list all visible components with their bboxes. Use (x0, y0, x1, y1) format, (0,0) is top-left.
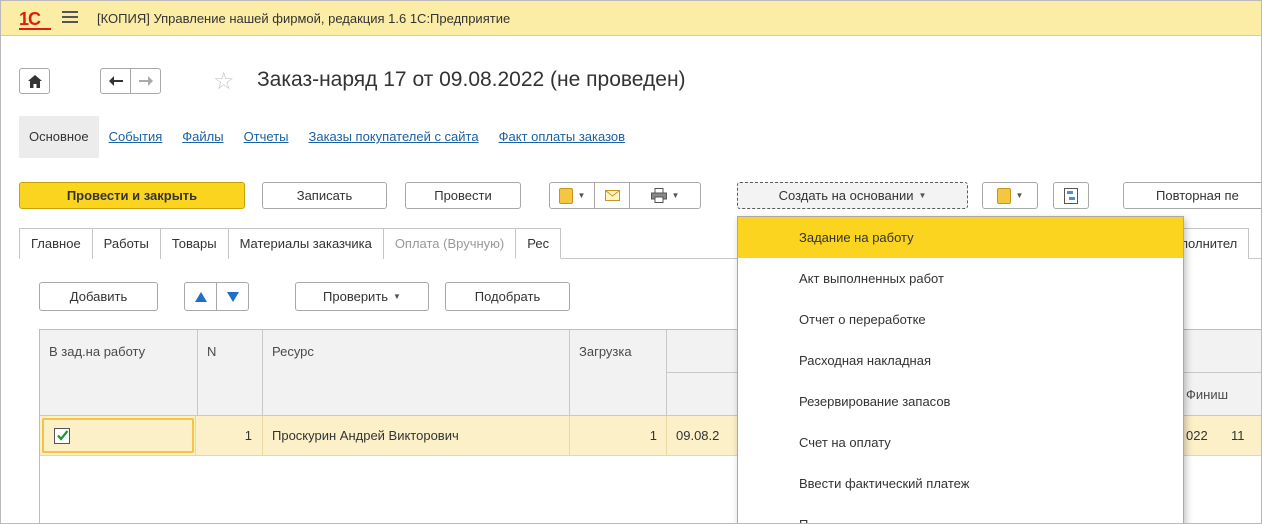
menu-item-work-task[interactable]: Задание на работу (738, 217, 1183, 258)
arrow-left-icon (108, 76, 123, 86)
attach-doc-button[interactable]: ▼ (549, 182, 595, 209)
cell-resource: Проскурин Андрей Викторович (263, 416, 570, 455)
menu-item-work-act[interactable]: Акт выполненных работ (738, 258, 1183, 299)
envelope-icon (604, 190, 620, 201)
email-button[interactable] (594, 182, 630, 209)
print-button[interactable]: ▼ (629, 182, 701, 209)
move-up-button[interactable] (184, 282, 217, 311)
in-task-checkbox[interactable] (54, 427, 70, 444)
caret-down-icon: ▼ (671, 191, 680, 200)
tab-payment[interactable]: Оплата (Вручную) (382, 228, 517, 259)
header-load[interactable]: Загрузка (570, 330, 667, 416)
title-bar: 1С [КОПИЯ] Управление нашей фирмой, реда… (1, 1, 1261, 36)
back-button[interactable] (100, 68, 131, 94)
post-and-close-button[interactable]: Провести и закрыть (19, 182, 245, 209)
create-based-on-button[interactable]: Создать на основании ▼ (737, 182, 968, 209)
menu-item-actual-payment[interactable]: Ввести фактический платеж (738, 463, 1183, 504)
window-title: [КОПИЯ] Управление нашей фирмой, редакци… (97, 11, 511, 26)
tab-customer-materials[interactable]: Материалы заказчика (227, 228, 384, 259)
tab-goods[interactable]: Товары (159, 228, 229, 259)
cell-load: 1 (570, 416, 667, 455)
cell-finish-time: 11 (1231, 428, 1245, 443)
menu-item-processing-report[interactable]: Отчет о переработке (738, 299, 1183, 340)
cell-n: 1 (198, 416, 263, 455)
menu-item-invoice[interactable]: Расходная накладная (738, 340, 1183, 381)
section-tabs: Основное События Файлы Отчеты Заказы пок… (19, 116, 635, 158)
move-down-button[interactable] (216, 282, 249, 311)
create-based-on-menu: Задание на работу Акт выполненных работ … (737, 216, 1184, 523)
arrow-up-icon (194, 291, 207, 302)
structure-icon (1064, 187, 1078, 204)
record-button[interactable]: Записать (262, 182, 387, 209)
check-button-label: Проверить (323, 289, 389, 304)
menu-icon[interactable] (62, 9, 78, 25)
app-logo: 1С (19, 9, 41, 29)
section-payment-fact[interactable]: Факт оплаты заказов (489, 116, 635, 158)
section-reports[interactable]: Отчеты (234, 116, 299, 158)
document-icon (558, 187, 573, 204)
tab-executors[interactable]: полнител (1179, 228, 1250, 259)
forward-button[interactable] (130, 68, 161, 94)
home-button[interactable] (19, 68, 50, 94)
page-title: Заказ-наряд 17 от 09.08.2022 (не проведе… (257, 68, 686, 91)
arrow-right-icon (138, 76, 153, 86)
checkmark-icon (57, 429, 69, 441)
favorite-star-icon[interactable]: ☆ (213, 67, 235, 96)
repeat-button[interactable]: Повторная пе (1123, 182, 1261, 209)
caret-down-icon: ▼ (577, 191, 586, 200)
header-n[interactable]: N (198, 330, 263, 416)
header-resource[interactable]: Ресурс (263, 330, 570, 416)
related-docs-button[interactable]: ▼ (982, 182, 1038, 209)
logo-underline (19, 28, 51, 30)
section-site-orders[interactable]: Заказы покупателей с сайта (299, 116, 489, 158)
section-events[interactable]: События (99, 116, 173, 158)
arrow-down-icon (226, 291, 239, 302)
check-button[interactable]: Проверить ▼ (295, 282, 429, 311)
menu-item-reservation[interactable]: Резервирование запасов (738, 381, 1183, 422)
section-main[interactable]: Основное (19, 116, 99, 158)
cell-finish-date: 022 (1186, 428, 1208, 443)
section-files[interactable]: Файлы (172, 116, 233, 158)
add-button[interactable]: Добавить (39, 282, 158, 311)
caret-down-icon: ▼ (918, 191, 927, 200)
tab-resources[interactable]: Рес (515, 228, 562, 259)
cell-in-task[interactable] (40, 416, 196, 455)
header-finish[interactable]: Финиш (1177, 373, 1261, 416)
header-in-task[interactable]: В зад.на работу (40, 330, 198, 416)
app-window: 1С [КОПИЯ] Управление нашей фирмой, реда… (0, 0, 1262, 524)
document-icon (996, 187, 1011, 204)
create-based-on-label: Создать на основании (778, 188, 914, 203)
printer-icon (650, 188, 667, 203)
menu-item-more[interactable]: П (738, 504, 1183, 523)
caret-down-icon: ▼ (1015, 191, 1024, 200)
post-button[interactable]: Провести (405, 182, 521, 209)
tab-works[interactable]: Работы (91, 228, 161, 259)
caret-down-icon: ▼ (393, 292, 401, 301)
structure-button[interactable] (1053, 182, 1089, 209)
tab-main[interactable]: Главное (19, 228, 93, 259)
home-icon (27, 74, 42, 88)
pick-button[interactable]: Подобрать (445, 282, 570, 311)
menu-item-payment-bill[interactable]: Счет на оплату (738, 422, 1183, 463)
